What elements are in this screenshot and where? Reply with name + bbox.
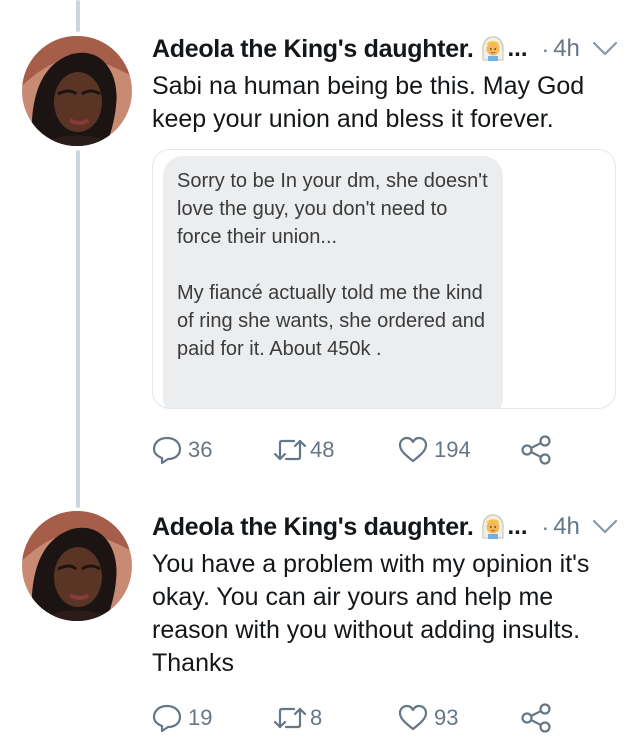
avatar[interactable] [22, 511, 132, 621]
like-button[interactable]: 93 [398, 704, 520, 732]
chevron-down-icon[interactable] [592, 41, 618, 57]
reply-button[interactable]: 36 [152, 436, 272, 464]
message-bubble: Sorry to be In your dm, she doesn't love… [163, 156, 503, 408]
retweet-button[interactable]: 48 [272, 437, 398, 463]
woman-with-veil-emoji [480, 514, 506, 540]
share-icon [520, 435, 552, 465]
tweet[interactable]: Adeola the King's daughter. ... · 4h [0, 0, 640, 500]
retweet-icon [272, 705, 308, 731]
timestamp[interactable]: 4h [553, 513, 580, 541]
share-button[interactable] [520, 703, 552, 733]
tweet-text: Sabi na human being be this. May God kee… [152, 72, 585, 133]
reply-icon [152, 436, 182, 464]
retweet-icon [272, 437, 308, 463]
chevron-down-icon[interactable] [592, 519, 618, 535]
reply-icon [152, 704, 182, 732]
share-icon [520, 703, 552, 733]
tweet-header: Adeola the King's daughter. ... · 4h [152, 510, 622, 544]
retweet-button[interactable]: 8 [272, 705, 398, 731]
heart-icon [398, 436, 428, 464]
tweet-content: Adeola the King's daughter. ... · 4h [152, 32, 622, 136]
name-truncation: ... [507, 35, 528, 62]
retweet-count: 48 [310, 437, 335, 462]
heart-icon [398, 704, 428, 732]
separator-dot: · [541, 513, 550, 540]
reply-count: 19 [188, 705, 213, 730]
author-name[interactable]: Adeola the King's daughter. [152, 513, 474, 542]
message-paragraph: My fiancé actually told me the kind of r… [177, 282, 485, 360]
separator-dot: · [541, 35, 550, 62]
author-name[interactable]: Adeola the King's daughter. [152, 35, 474, 64]
message-paragraph: Sorry to be In your dm, she doesn't love… [177, 170, 488, 248]
reply-button[interactable]: 19 [152, 704, 272, 732]
tweet-actions: 36 48 194 [152, 430, 622, 470]
woman-with-veil-emoji [480, 36, 506, 62]
timestamp[interactable]: 4h [553, 35, 580, 63]
share-button[interactable] [520, 435, 552, 465]
tweet-actions: 19 8 93 [152, 698, 622, 738]
reply-count: 36 [188, 437, 213, 462]
retweet-count: 8 [310, 705, 323, 730]
tweet-content: Adeola the King's daughter. ... · 4h [152, 510, 622, 680]
like-button[interactable]: 194 [398, 436, 520, 464]
tweet-text: You have a problem with my opinion it's … [152, 550, 590, 677]
tweet[interactable]: Adeola the King's daughter. ... · 4h [0, 508, 640, 756]
tweet-header: Adeola the King's daughter. ... · 4h [152, 32, 622, 66]
name-truncation: ... [507, 513, 528, 540]
avatar[interactable] [22, 36, 132, 146]
like-count: 93 [434, 705, 459, 730]
like-count: 194 [434, 437, 471, 462]
quoted-image[interactable]: Sorry to be In your dm, she doesn't love… [152, 149, 616, 409]
